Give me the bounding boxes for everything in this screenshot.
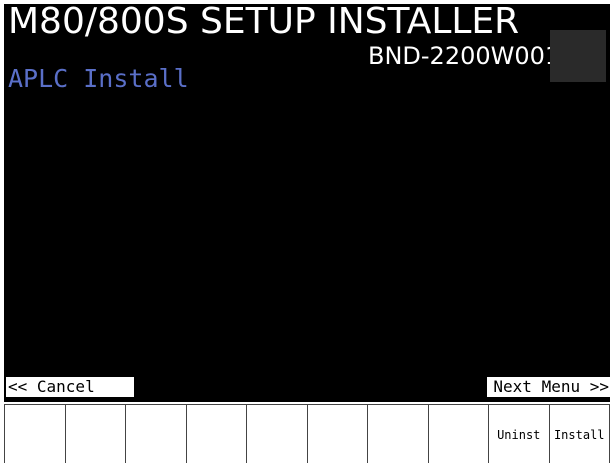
softkey-8[interactable] [428,404,489,463]
softkey-bar: Uninst Install [4,404,610,463]
softkey-2[interactable] [65,404,126,463]
next-menu-button[interactable]: Next Menu >> [487,377,610,397]
app-title: M80/800S SETUP INSTALLER [8,4,520,42]
version-label: BND-2200W001 [368,42,561,70]
softkey-1[interactable] [4,404,66,463]
softkey-7[interactable] [368,404,429,463]
softkey-5[interactable] [247,404,308,463]
cancel-button[interactable]: << Cancel [6,377,134,397]
install-softkey[interactable]: Install [549,404,610,463]
uninstall-softkey[interactable]: Uninst [489,404,550,463]
installer-screen: M80/800S SETUP INSTALLER BND-2200W001 AP… [4,4,610,402]
softkey-3[interactable] [126,404,187,463]
softkey-4[interactable] [186,404,247,463]
softkey-6[interactable] [307,404,368,463]
corner-indicator [550,30,606,82]
screen-subtitle: APLC Install [8,64,189,93]
